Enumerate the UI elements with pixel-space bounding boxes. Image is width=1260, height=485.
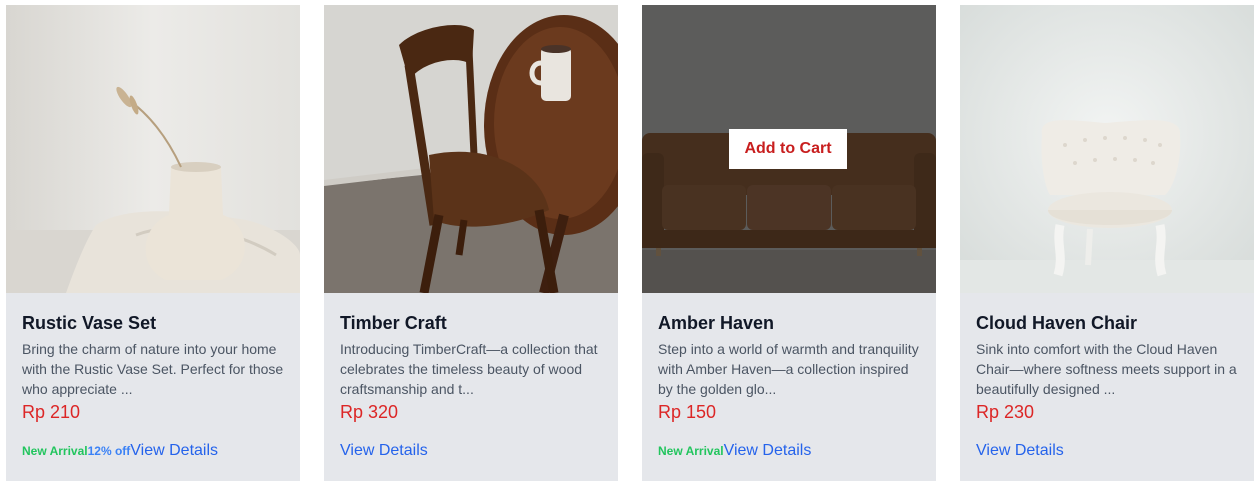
discount-badge: 12% off <box>87 444 131 458</box>
product-image-chair-table[interactable] <box>324 5 618 293</box>
new-arrival-badge: New Arrival <box>22 444 88 458</box>
view-details-link[interactable]: View Details <box>976 442 1064 460</box>
product-image-vase[interactable] <box>6 5 300 293</box>
add-to-cart-button[interactable]: Add to Cart <box>729 129 847 169</box>
view-details-link[interactable]: View Details <box>130 442 218 460</box>
product-footer: New Arrival 12% off View Details <box>22 442 218 460</box>
product-description: Sink into comfort with the Cloud Haven C… <box>976 341 1237 397</box>
product-price: Rp 230 <box>976 402 1035 422</box>
product-info: Rustic Vase Set Bring the charm of natur… <box>6 293 300 423</box>
product-title[interactable]: Amber Haven <box>658 313 920 333</box>
product-price: Rp 210 <box>22 402 81 422</box>
product-description: Step into a world of warmth and tranquil… <box>658 341 919 397</box>
product-image-sofa[interactable]: Add to Cart <box>642 5 936 293</box>
product-description: Bring the charm of nature into your home… <box>22 341 284 397</box>
product-description: Introducing TimberCraft—a collection tha… <box>340 341 598 397</box>
product-footer: View Details <box>976 442 1064 460</box>
product-footer: New Arrival View Details <box>658 442 811 460</box>
product-info: Cloud Haven Chair Sink into comfort with… <box>960 293 1254 423</box>
product-title[interactable]: Cloud Haven Chair <box>976 313 1238 333</box>
product-title[interactable]: Rustic Vase Set <box>22 313 284 333</box>
new-arrival-badge: New Arrival <box>658 444 724 458</box>
product-card-cloud-haven-chair[interactable]: Cloud Haven Chair Sink into comfort with… <box>960 5 1254 481</box>
view-details-link[interactable]: View Details <box>724 442 812 460</box>
product-title[interactable]: Timber Craft <box>340 313 602 333</box>
product-card-timber-craft[interactable]: Timber Craft Introducing TimberCraft—a c… <box>324 5 618 481</box>
product-footer: View Details <box>340 442 428 460</box>
product-price: Rp 150 <box>658 402 717 422</box>
product-card-amber-haven[interactable]: Add to Cart Amber Haven Step into a worl… <box>642 5 936 481</box>
product-image-white-chair[interactable] <box>960 5 1254 293</box>
product-price: Rp 320 <box>340 402 399 422</box>
product-info: Timber Craft Introducing TimberCraft—a c… <box>324 293 618 423</box>
product-info: Amber Haven Step into a world of warmth … <box>642 293 936 423</box>
product-grid: Rustic Vase Set Bring the charm of natur… <box>6 5 1254 481</box>
view-details-link[interactable]: View Details <box>340 442 428 460</box>
product-card-rustic-vase-set[interactable]: Rustic Vase Set Bring the charm of natur… <box>6 5 300 481</box>
